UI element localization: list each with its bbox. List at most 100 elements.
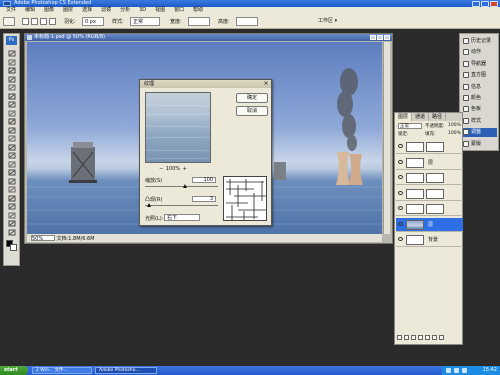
adjustment-layer-icon[interactable] — [418, 335, 423, 340]
zoom-out-button[interactable]: − — [158, 166, 164, 172]
new-layer-icon[interactable] — [432, 335, 437, 340]
visibility-eye-icon[interactable] — [398, 206, 403, 210]
delete-layer-icon[interactable] — [439, 335, 444, 340]
taskbar-item-photoshop[interactable]: Adobe Photosho... — [95, 367, 157, 374]
path-select-icon[interactable] — [8, 186, 16, 193]
layers-tab[interactable]: 图层 — [395, 113, 413, 121]
visibility-eye-icon[interactable] — [398, 190, 403, 195]
volume-icon[interactable] — [454, 368, 459, 373]
layer-row[interactable]: 背景 — [396, 233, 463, 247]
layer-row[interactable] — [396, 187, 463, 201]
3d-orbit-icon[interactable] — [8, 212, 16, 219]
doc-minimize-button[interactable] — [370, 35, 376, 40]
vertical-scrollbar[interactable] — [383, 42, 390, 234]
height-input[interactable] — [236, 17, 258, 26]
light-direction-select[interactable]: 右下 — [164, 214, 200, 221]
doc-close-button[interactable] — [384, 35, 390, 40]
doc-maximize-button[interactable] — [377, 35, 383, 40]
dialog-close-icon[interactable]: × — [263, 81, 269, 87]
background-color-swatch[interactable] — [10, 244, 17, 251]
add-mask-icon[interactable] — [411, 335, 416, 340]
lasso-tool-icon[interactable] — [8, 67, 16, 74]
eyedropper-tool-icon[interactable] — [8, 93, 16, 100]
3d-rotate-icon[interactable] — [8, 203, 16, 210]
eraser-tool-icon[interactable] — [8, 135, 16, 142]
new-selection-icon[interactable] — [22, 18, 29, 25]
dodge-tool-icon[interactable] — [8, 161, 16, 168]
relief-slider-thumb[interactable] — [147, 203, 152, 207]
relief-input[interactable]: 3 — [192, 196, 216, 202]
palette-item[interactable]: 调整 — [463, 128, 497, 138]
subtract-selection-icon[interactable] — [40, 18, 47, 25]
pen-tool-icon[interactable] — [8, 169, 16, 176]
palette-item[interactable]: 动作 — [463, 48, 497, 57]
maximize-button[interactable] — [481, 0, 489, 7]
scaling-slider-track[interactable] — [145, 186, 218, 187]
scaling-input[interactable]: 100 — [192, 177, 216, 183]
quick-select-tool-icon[interactable] — [8, 76, 16, 83]
move-tool-icon[interactable] — [8, 50, 16, 57]
menu-item[interactable]: 滤镜 — [101, 7, 111, 14]
layer-row[interactable] — [396, 140, 463, 154]
ok-button[interactable]: 确定 — [236, 93, 268, 103]
menu-item[interactable]: 窗口 — [174, 7, 184, 14]
palette-item[interactable]: 蒙版 — [463, 140, 497, 149]
zoom-tool-icon[interactable] — [8, 229, 16, 236]
layer-style-icon[interactable] — [404, 335, 409, 340]
menu-item[interactable]: 文件 — [6, 7, 16, 14]
layer-mask-thumbnail[interactable] — [426, 142, 444, 152]
style-select[interactable]: 正常 — [130, 17, 160, 26]
layer-row[interactable] — [396, 202, 463, 216]
visibility-eye-icon[interactable] — [398, 237, 403, 241]
gradient-tool-icon[interactable] — [8, 144, 16, 151]
relief-slider-track[interactable] — [145, 205, 218, 206]
palette-item[interactable]: 样式 — [463, 117, 497, 126]
taskbar-item-explorer[interactable]: 2 Win... 文件... — [32, 367, 92, 374]
brush-tool-icon[interactable] — [8, 110, 16, 117]
layers-tab[interactable]: 路径 — [429, 113, 447, 121]
healing-brush-icon[interactable] — [8, 101, 16, 108]
filter-preview[interactable] — [145, 92, 211, 163]
feather-input[interactable]: 0 px — [82, 17, 104, 26]
palette-item[interactable]: 导航器 — [463, 60, 497, 69]
layer-row[interactable] — [396, 171, 463, 185]
history-brush-icon[interactable] — [8, 127, 16, 134]
shape-tool-icon[interactable] — [8, 195, 16, 202]
add-selection-icon[interactable] — [31, 18, 38, 25]
intersect-selection-icon[interactable] — [49, 18, 56, 25]
palette-item[interactable]: 颜色 — [463, 94, 497, 103]
menu-item[interactable]: 选择 — [82, 7, 92, 14]
menu-item[interactable]: 图像 — [44, 7, 54, 14]
workspace-button[interactable]: 工作区 ▾ — [318, 17, 337, 26]
palette-item[interactable]: 历史记录 — [463, 37, 497, 46]
marquee-tool-icon[interactable] — [8, 59, 16, 66]
scaling-slider-thumb[interactable] — [183, 184, 188, 188]
palette-item[interactable]: 信息 — [463, 83, 497, 92]
palette-item[interactable]: 色板 — [463, 105, 497, 114]
zoom-in-button[interactable]: + — [182, 166, 188, 172]
network-icon[interactable] — [446, 368, 451, 373]
new-group-icon[interactable] — [425, 335, 430, 340]
menu-item[interactable]: 分析 — [120, 7, 130, 14]
layers-tab[interactable]: 通道 — [412, 113, 430, 121]
layer-mask-thumbnail[interactable] — [426, 173, 444, 183]
layer-mask-thumbnail[interactable] — [426, 204, 444, 214]
visibility-eye-icon[interactable] — [398, 221, 403, 226]
crop-tool-icon[interactable] — [8, 84, 16, 91]
menu-item[interactable]: 视图 — [155, 7, 165, 14]
menu-item[interactable]: 图层 — [63, 7, 73, 14]
hand-tool-icon[interactable] — [8, 220, 16, 227]
menu-item[interactable]: 3D — [139, 7, 146, 14]
link-layers-icon[interactable] — [397, 335, 402, 340]
visibility-eye-icon[interactable] — [398, 175, 403, 179]
document-title-bar[interactable]: 未标题-1.psd @ 50% (RGB/8) — [25, 34, 392, 41]
dialog-title-bar[interactable]: 纹理 × — [140, 80, 271, 88]
blend-mode-select[interactable]: 正常 — [398, 123, 422, 129]
zoom-field[interactable]: 50% — [31, 235, 55, 242]
layer-row[interactable]: 层 — [396, 217, 463, 232]
palette-item[interactable]: 直方图 — [463, 71, 497, 80]
opacity-value[interactable]: 100% — [448, 123, 461, 128]
layer-mask-thumbnail[interactable] — [426, 188, 444, 199]
visibility-eye-icon[interactable] — [398, 144, 403, 148]
visibility-eye-icon[interactable] — [398, 159, 403, 164]
